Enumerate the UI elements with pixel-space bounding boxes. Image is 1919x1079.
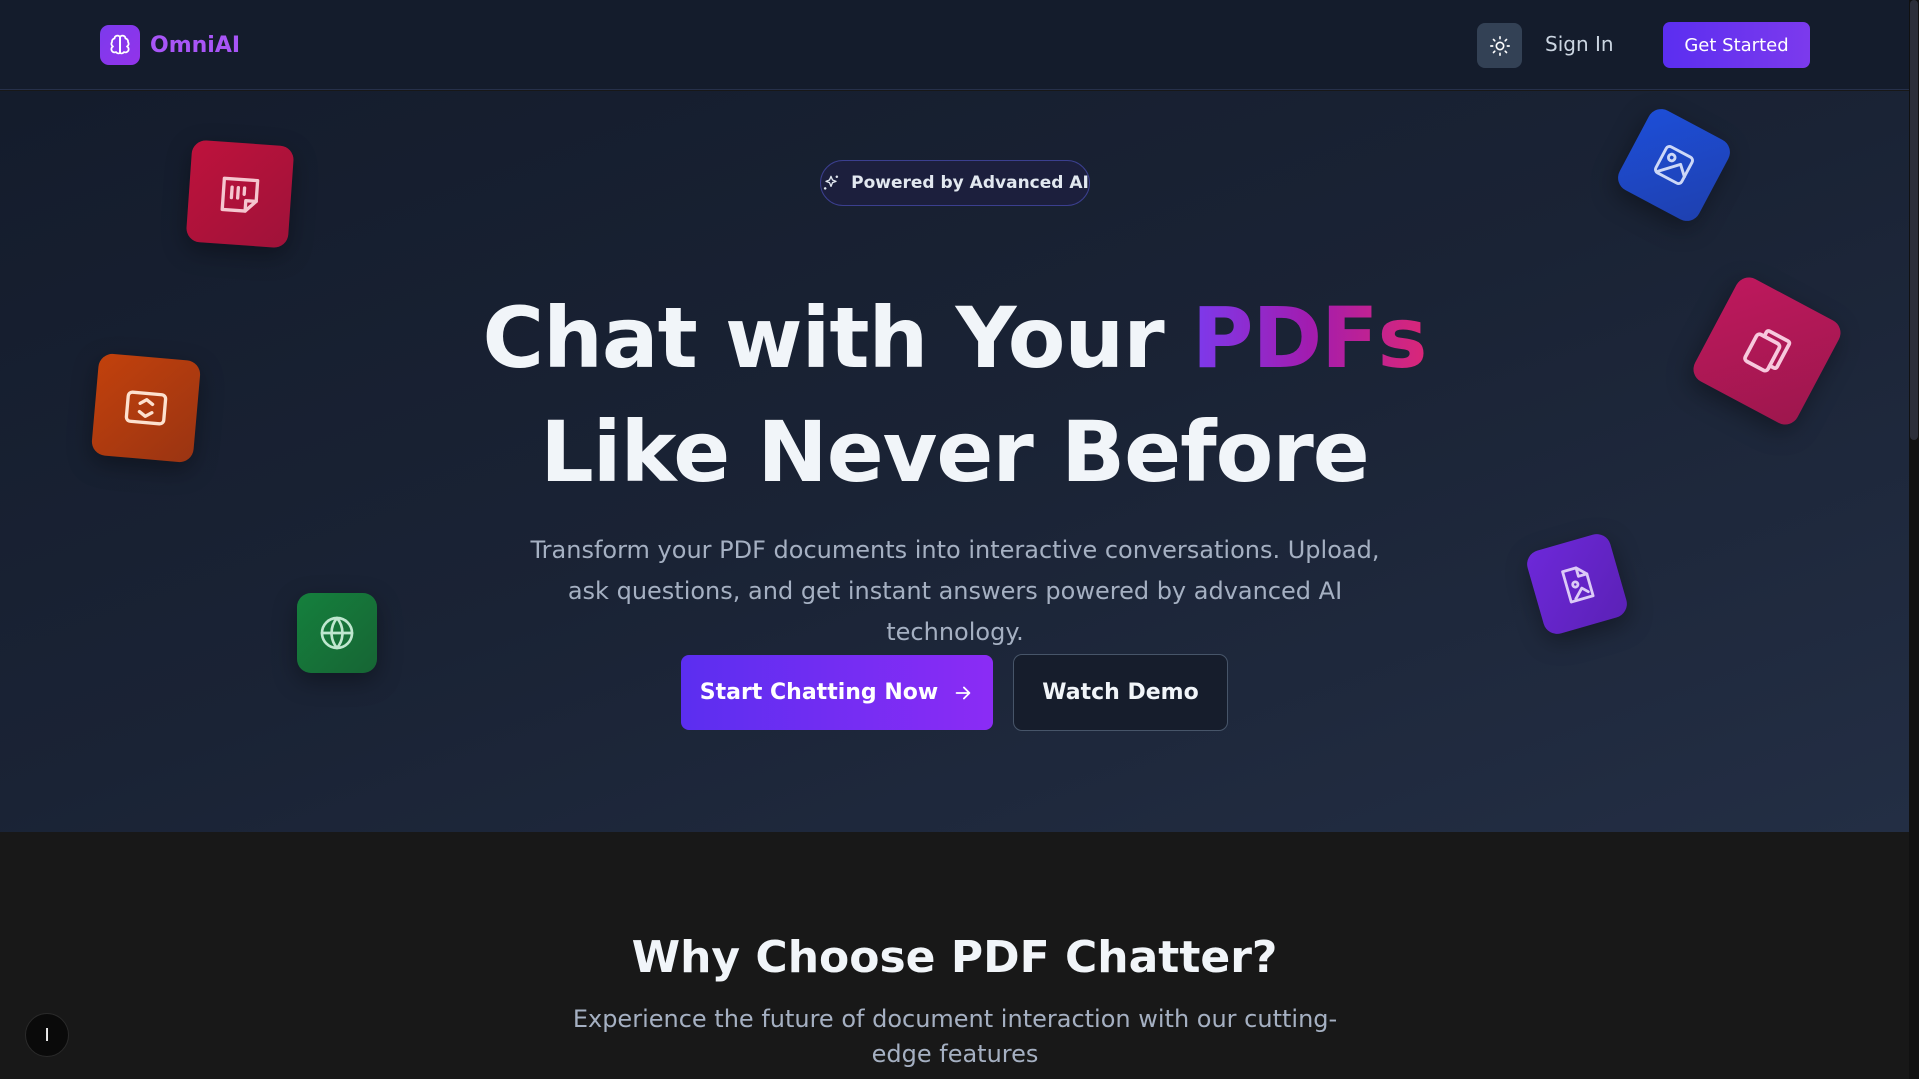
features-subtitle: Experience the future of document intera…	[572, 1005, 1338, 1068]
powered-badge: Powered by Advanced AI	[820, 160, 1090, 206]
hero-headline: Chat with Your PDFs Like Never Before	[0, 281, 1909, 509]
globe-icon	[297, 593, 377, 673]
navbar: OmniAI Sign In Get Started	[0, 0, 1909, 90]
start-chatting-label: Start Chatting Now	[699, 680, 939, 705]
arrow-right-icon	[955, 686, 971, 699]
file-image-icon	[1523, 530, 1631, 638]
sparkles-icon	[824, 175, 839, 190]
badge-text: Powered by Advanced AI	[851, 173, 1089, 193]
hero-subtitle: Transform your PDF documents into intera…	[530, 536, 1380, 646]
get-started-button[interactable]: Get Started	[1663, 22, 1810, 68]
sign-in-link[interactable]: Sign In	[1545, 32, 1614, 56]
brain-icon	[100, 25, 140, 65]
image-icon	[1613, 104, 1735, 226]
page: OmniAI Sign In Get Started Powered by Ad…	[0, 0, 1909, 1079]
theme-toggle-button[interactable]	[1477, 23, 1522, 68]
sun-icon	[1489, 35, 1510, 56]
start-chatting-button[interactable]: Start Chatting Now	[681, 655, 993, 730]
sticky-note-icon	[185, 139, 295, 249]
features-section: Why Choose PDF Chatter? Experience the f…	[0, 832, 1909, 1079]
corner-toggle-button[interactable]: I	[25, 1013, 69, 1057]
brand-name: OmniAI	[150, 32, 241, 58]
headline-accent: PDFs	[1191, 289, 1428, 387]
features-title: Why Choose PDF Chatter?	[631, 932, 1278, 983]
headline-line2: Like Never Before	[540, 403, 1369, 501]
scrollbar-thumb[interactable]	[1910, 0, 1918, 440]
hero-section: Powered by Advanced AI Chat with Your PD…	[0, 91, 1909, 832]
headline-part1: Chat with Your	[482, 289, 1192, 387]
watch-demo-button[interactable]: Watch Demo	[1013, 654, 1228, 731]
brand[interactable]: OmniAI	[100, 25, 240, 65]
